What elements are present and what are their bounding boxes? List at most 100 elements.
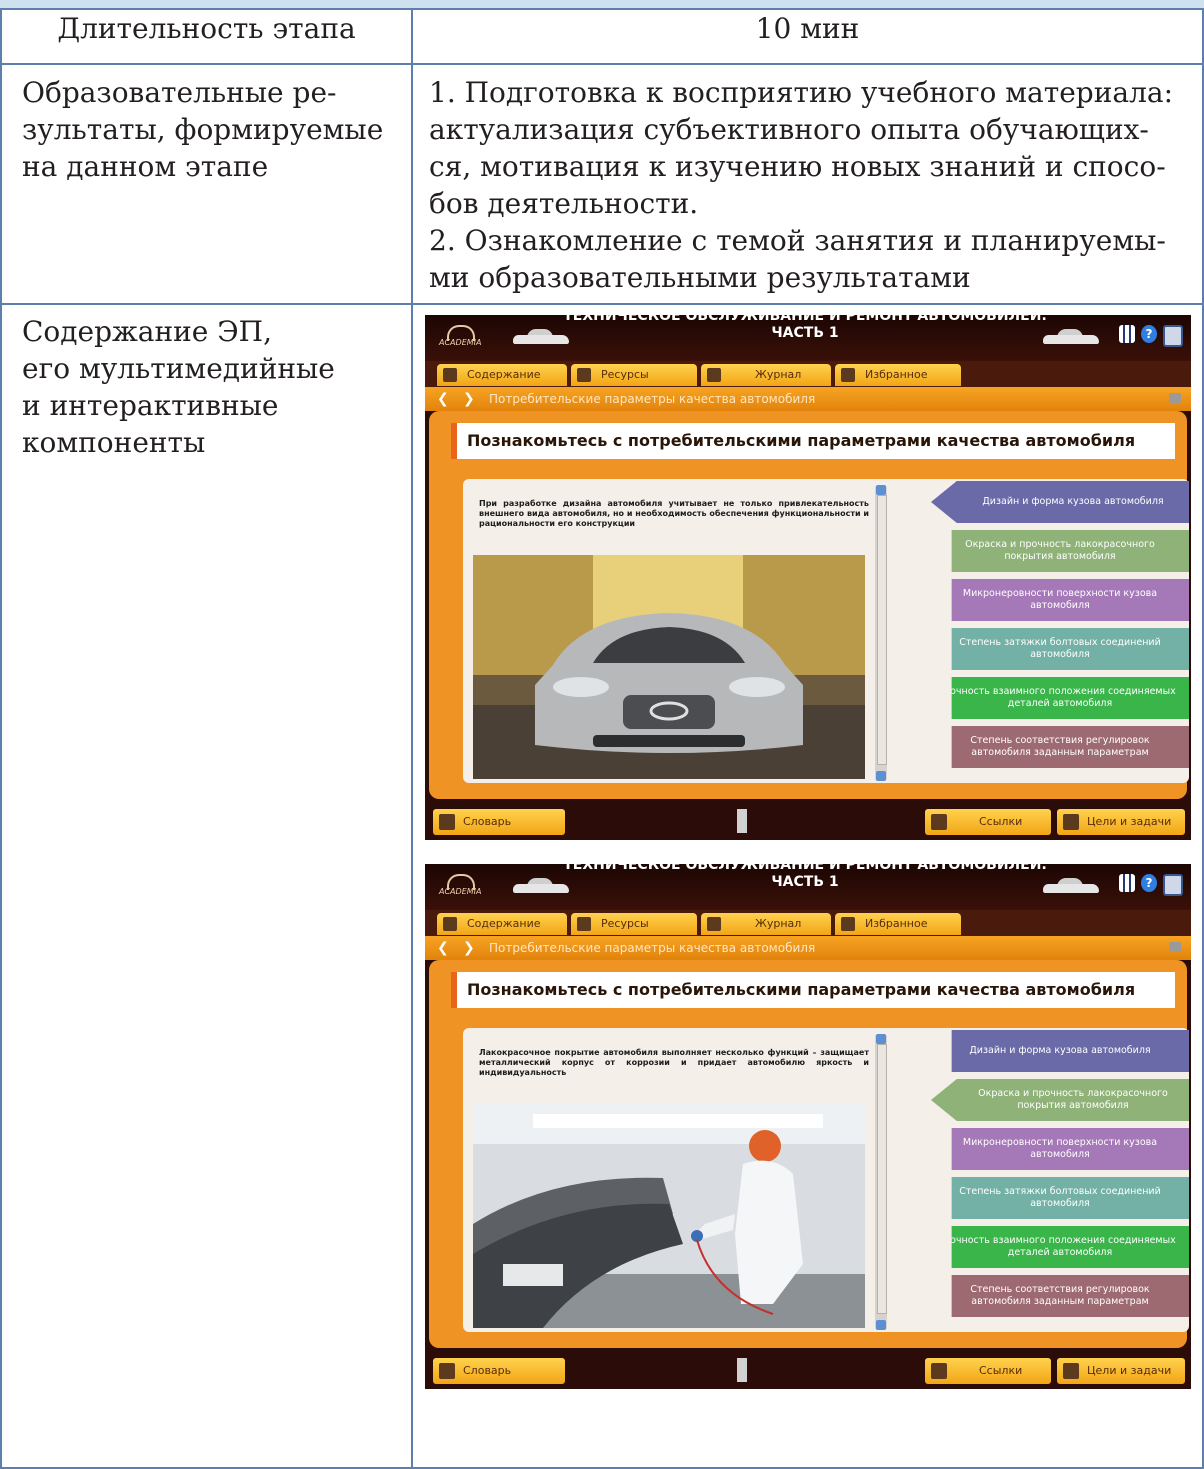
scroll-up-icon[interactable] — [876, 485, 886, 495]
tab-journal[interactable]: Журнал — [701, 364, 831, 386]
parameter-button[interactable]: Окраска и прочность лакокрасочного покры… — [951, 530, 1189, 572]
journal-icon — [707, 917, 721, 931]
panel-text: Лакокрасочное покрытие автомобиля выполн… — [479, 1048, 869, 1077]
app-title-line1: ТЕХНИЧЕСКОЕ ОБСЛУЖИВАНИЕ И РЕМОНТ АВТОМО… — [563, 864, 1047, 873]
parameter-button[interactable]: Микронеровности поверхности кузова автом… — [951, 579, 1189, 621]
app-title: ТЕХНИЧЕСКОЕ ОБСЛУЖИВАНИЕ И РЕМОНТ АВТОМО… — [545, 864, 1065, 891]
tab-favorites[interactable]: Избранное — [835, 364, 961, 386]
goals-icon — [1063, 814, 1079, 830]
academia-logo: ACADEMIA — [439, 323, 481, 353]
tab-label: Содержание — [467, 917, 541, 930]
content-screenshots: ACADEMIA ТЕХНИЧЕСКОЕ ОБСЛУЖИВАНИЕ И РЕМО… — [411, 303, 1204, 1469]
forward-arrow-icon[interactable]: ❯ — [463, 387, 475, 411]
app-footer: Словарь Ссылки Цели и задачи — [425, 1354, 1191, 1389]
text-line: ми образовательными результатами — [429, 261, 971, 294]
star-icon — [841, 917, 855, 931]
text-line: актуализация субъективного опыта обучающ… — [429, 113, 1149, 146]
forward-arrow-icon[interactable]: ❯ — [463, 936, 475, 960]
goals-button[interactable]: Цели и задачи — [1057, 1358, 1185, 1384]
app-title-line2: ЧАСТЬ 1 — [771, 874, 839, 890]
content-panel: Лакокрасочное покрытие автомобиля выполн… — [463, 1028, 1189, 1332]
content-panel: При разработке дизайна автомобиля учитыв… — [463, 479, 1189, 783]
car-icon — [1043, 329, 1099, 347]
content-heading: Познакомьтесь с потребительскими парамет… — [451, 972, 1175, 1008]
back-arrow-icon[interactable]: ❮ — [437, 387, 449, 411]
parameter-button[interactable]: Степень соответствия регулировок автомоб… — [951, 726, 1189, 768]
save-icon[interactable] — [1163, 325, 1183, 347]
parameter-button[interactable]: Дизайн и форма кузова автомобиля — [951, 1030, 1189, 1072]
scroll-down-icon[interactable] — [876, 771, 886, 781]
parameter-button[interactable]: Степень соответствия регулировок автомоб… — [951, 1275, 1189, 1317]
table-row: Образовательные ре- зультаты, формируемы… — [0, 63, 1204, 305]
resources-icon — [577, 917, 591, 931]
star-icon — [841, 368, 855, 382]
tab-label: Избранное — [865, 917, 928, 930]
window-icon[interactable] — [1169, 393, 1181, 403]
table-row: Длительность этапа 10 мин — [0, 8, 1204, 65]
tab-contents[interactable]: Содержание — [437, 364, 567, 386]
home-icon[interactable] — [737, 809, 747, 833]
table-row: Содержание ЭП, его мультимедийные и инте… — [0, 303, 1204, 1469]
window-icon[interactable] — [1169, 942, 1181, 952]
app-toolbar: ? — [1119, 874, 1183, 896]
help-icon[interactable]: ? — [1141, 874, 1157, 892]
parameter-button[interactable]: Степень затяжки болтовых соединений авто… — [951, 1177, 1189, 1219]
breadcrumb-bar: ❮ ❯ Потребительские параметры качества а… — [425, 387, 1191, 411]
photo — [473, 555, 865, 779]
save-icon[interactable] — [1163, 874, 1183, 896]
text-line: ся, мотивация к изучению новых знаний и … — [429, 150, 1166, 183]
home-icon[interactable] — [737, 1358, 747, 1382]
app-title-line1: ТЕХНИЧЕСКОЕ ОБСЛУЖИВАНИЕ И РЕМОНТ АВТОМО… — [563, 315, 1047, 324]
photo — [473, 1104, 865, 1328]
tab-journal[interactable]: Журнал — [701, 913, 831, 935]
text-line: Образовательные ре- — [22, 76, 337, 109]
results-value: 1. Подготовка к восприятию учебного мате… — [411, 63, 1204, 305]
tab-favorites[interactable]: Избранное — [835, 913, 961, 935]
parameter-button[interactable]: Дизайн и форма кузова автомобиля — [931, 481, 1189, 523]
tab-label: Журнал — [755, 917, 802, 930]
links-label: Ссылки — [979, 1364, 1023, 1377]
app-header: ACADEMIA ТЕХНИЧЕСКОЕ ОБСЛУЖИВАНИЕ И РЕМО… — [425, 315, 1191, 361]
glossary-icon — [439, 1363, 455, 1379]
grid-icon[interactable] — [1119, 874, 1135, 892]
glossary-button[interactable]: Словарь — [433, 809, 565, 835]
parameter-button[interactable]: Микронеровности поверхности кузова автом… — [951, 1128, 1189, 1170]
scrollbar[interactable] — [875, 1034, 887, 1330]
contents-icon — [443, 917, 457, 931]
scroll-up-icon[interactable] — [876, 1034, 886, 1044]
glossary-label: Словарь — [463, 815, 512, 828]
duration-value: 10 мин — [411, 8, 1204, 65]
links-button[interactable]: Ссылки — [925, 1358, 1051, 1384]
tab-resources[interactable]: Ресурсы — [571, 364, 697, 386]
tab-resources[interactable]: Ресурсы — [571, 913, 697, 935]
links-icon — [931, 814, 947, 830]
parameter-button[interactable]: Точность взаимного положения соединяемых… — [951, 677, 1189, 719]
parameter-button[interactable]: Степень затяжки болтовых соединений авто… — [951, 628, 1189, 670]
goals-button[interactable]: Цели и задачи — [1057, 809, 1185, 835]
parameter-button[interactable]: Точность взаимного положения соединяемых… — [951, 1226, 1189, 1268]
scroll-down-icon[interactable] — [876, 1320, 886, 1330]
text-line: компоненты — [22, 426, 206, 459]
content-label: Содержание ЭП, его мультимедийные и инте… — [0, 303, 413, 1469]
back-arrow-icon[interactable]: ❮ — [437, 936, 449, 960]
grid-icon[interactable] — [1119, 325, 1135, 343]
text-line: и интерактивные — [22, 389, 279, 422]
tab-label: Содержание — [467, 368, 541, 381]
glossary-button[interactable]: Словарь — [433, 1358, 565, 1384]
app-header: ACADEMIA ТЕХНИЧЕСКОЕ ОБСЛУЖИВАНИЕ И РЕМО… — [425, 864, 1191, 910]
scrollbar[interactable] — [875, 485, 887, 781]
tab-contents[interactable]: Содержание — [437, 913, 567, 935]
text-line: 1. Подготовка к восприятию учебного мате… — [429, 76, 1173, 109]
links-button[interactable]: Ссылки — [925, 809, 1051, 835]
app-footer: Словарь Ссылки Цели и задачи — [425, 805, 1191, 840]
breadcrumb: Потребительские параметры качества автом… — [489, 392, 816, 406]
journal-icon — [707, 368, 721, 382]
parameter-button[interactable]: Окраска и прочность лакокрасочного покры… — [931, 1079, 1189, 1121]
goals-icon — [1063, 1363, 1079, 1379]
links-label: Ссылки — [979, 815, 1023, 828]
tab-label: Ресурсы — [601, 368, 649, 381]
help-icon[interactable]: ? — [1141, 325, 1157, 343]
car-icon — [1043, 878, 1099, 896]
content-stage: Познакомьтесь с потребительскими парамет… — [429, 960, 1189, 1348]
panel-text: При разработке дизайна автомобиля учитыв… — [479, 499, 869, 528]
